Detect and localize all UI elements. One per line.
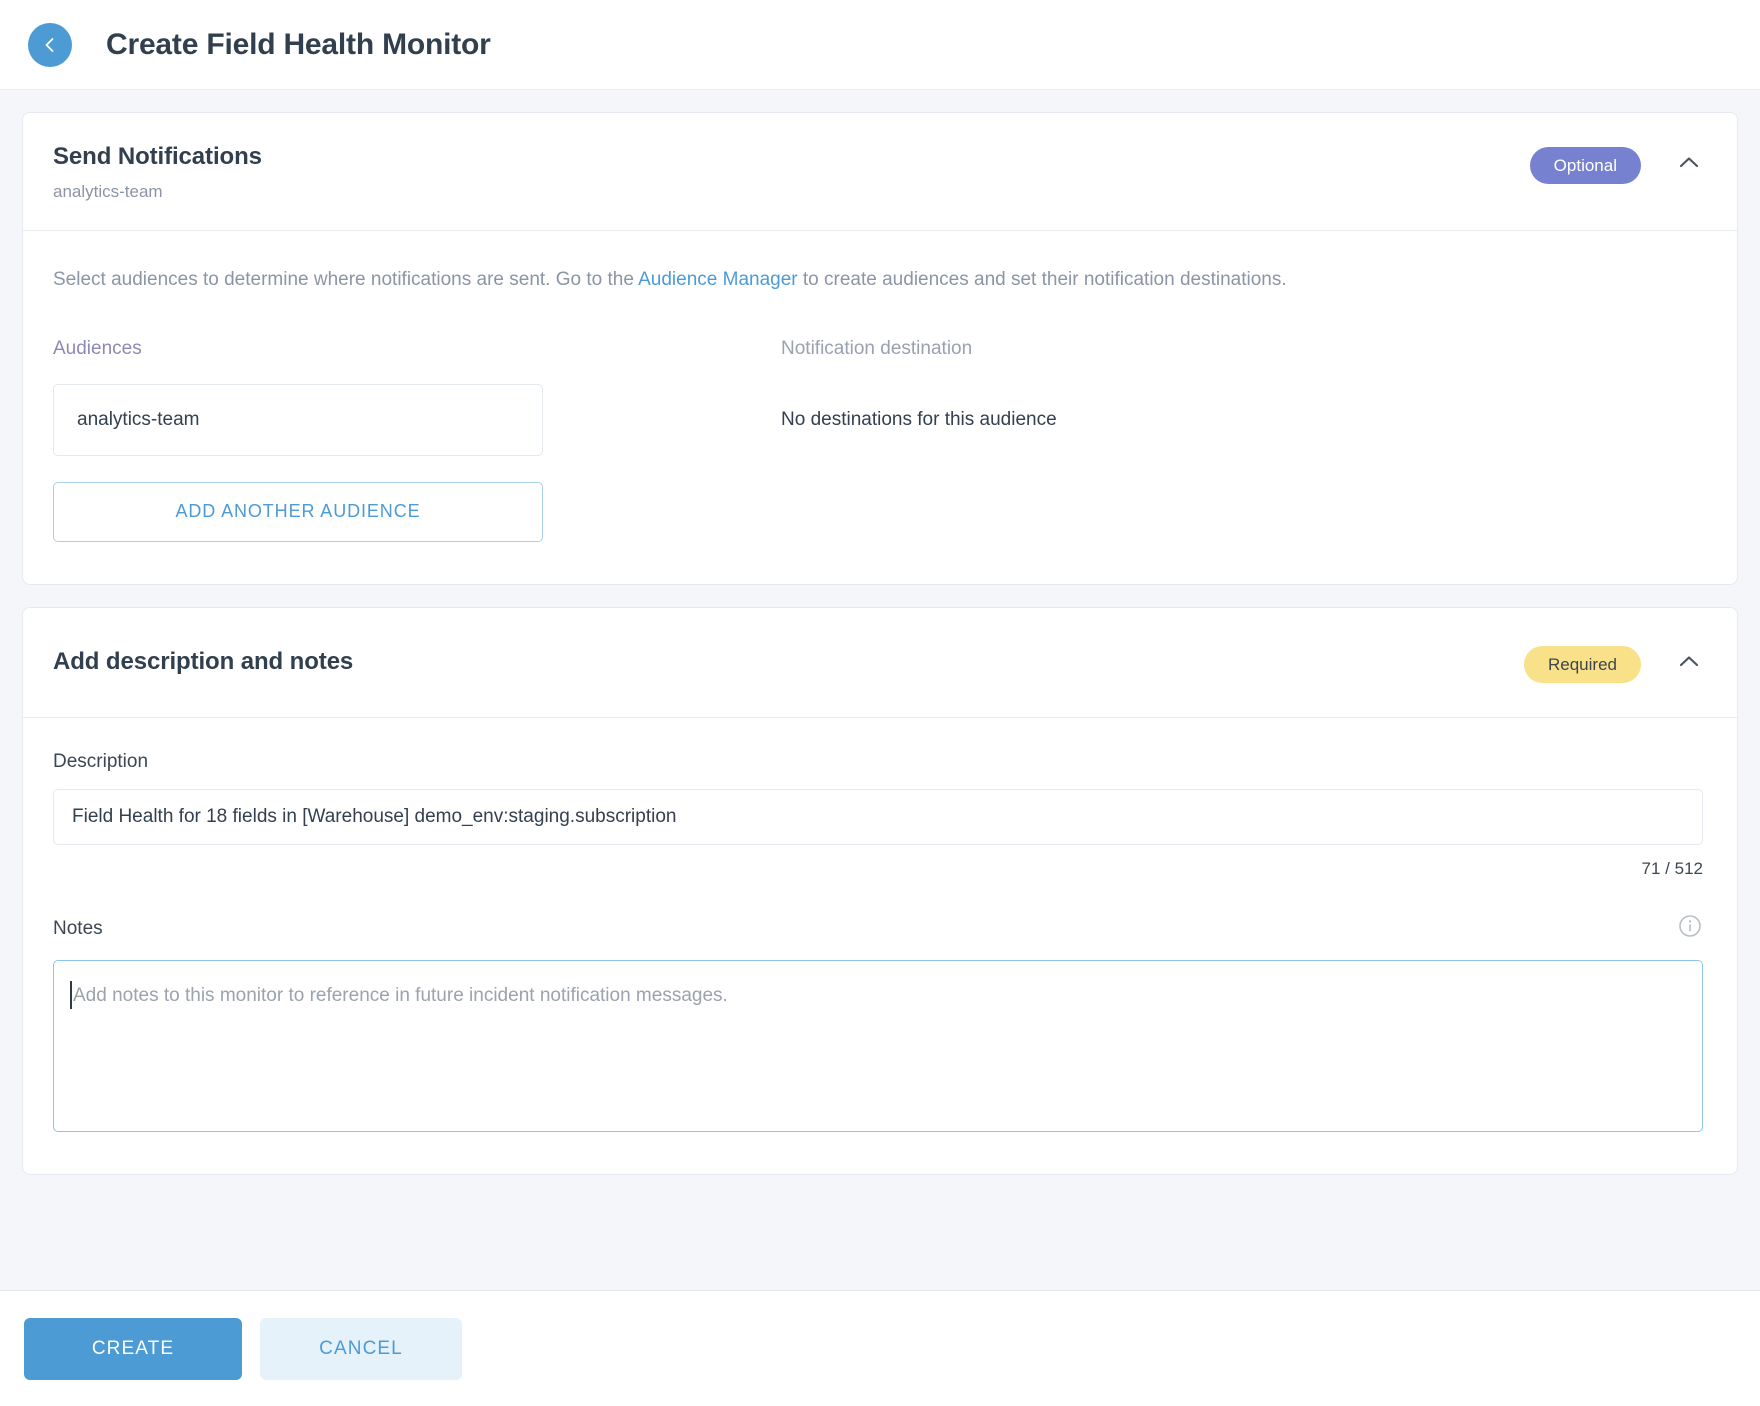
notes-label-row: Notes — [53, 913, 1703, 944]
notification-destination-label: Notification destination — [781, 337, 973, 359]
send-notifications-collapse-toggle[interactable] — [1675, 152, 1703, 180]
send-notifications-subtitle: analytics-team — [53, 181, 163, 201]
chevron-up-icon — [1676, 649, 1702, 680]
create-button[interactable]: CREATE — [24, 1317, 242, 1380]
send-notifications-header-actions: Optional — [1529, 143, 1703, 184]
description-notes-card-body: Description 71 / 512 Notes Add — [23, 718, 1737, 1174]
send-notifications-header-text: Send Notifications analytics-team — [53, 143, 1530, 202]
notes-placeholder: Add notes to this monitor to reference i… — [73, 984, 728, 1006]
audience-help-text-part2: to create audiences and set their notifi… — [797, 269, 1287, 291]
audiences-column: Audiences analytics-team ADD ANOTHER AUD… — [53, 339, 781, 542]
description-label: Description — [53, 750, 149, 772]
send-notifications-card: Send Notifications analytics-team Option… — [22, 112, 1738, 585]
back-button[interactable] — [28, 22, 72, 67]
description-char-counter: 71 / 512 — [1641, 858, 1703, 878]
chevron-left-icon — [39, 34, 61, 56]
description-input[interactable] — [53, 788, 1703, 845]
optional-badge: Optional — [1529, 147, 1641, 184]
description-notes-title: Add description and notes — [53, 647, 354, 675]
text-caret — [70, 980, 72, 1009]
audience-select[interactable]: analytics-team — [53, 383, 543, 456]
audience-select-value: analytics-team — [77, 408, 200, 430]
destination-column: Notification destination No destinations… — [781, 339, 1703, 542]
send-notifications-card-header[interactable]: Send Notifications analytics-team Option… — [23, 113, 1737, 232]
add-another-audience-button[interactable]: ADD ANOTHER AUDIENCE — [53, 481, 543, 542]
notes-textarea-wrapper[interactable]: Add notes to this monitor to reference i… — [53, 959, 1703, 1132]
description-notes-collapse-toggle[interactable] — [1675, 650, 1703, 678]
notification-destination-value: No destinations for this audience — [781, 408, 1057, 430]
description-notes-card-header[interactable]: Add description and notes Required — [23, 607, 1737, 718]
description-notes-header-actions: Required — [1524, 642, 1703, 683]
audience-manager-link[interactable]: Audience Manager — [638, 269, 798, 290]
description-notes-header-text: Add description and notes — [53, 648, 1524, 677]
notes-label: Notes — [53, 917, 103, 939]
chevron-up-icon — [1676, 150, 1702, 181]
page-header: Create Field Health Monitor — [0, 0, 1760, 90]
audiences-label: Audiences — [53, 337, 142, 359]
page-title: Create Field Health Monitor — [106, 27, 491, 61]
description-notes-card: Add description and notes Required Descr… — [22, 606, 1738, 1175]
audience-grid: Audiences analytics-team ADD ANOTHER AUD… — [53, 339, 1703, 542]
form-scroll-area[interactable]: Send Notifications analytics-team Option… — [0, 90, 1760, 1290]
audience-help-text-part1: Select audiences to determine where noti… — [53, 269, 639, 291]
cancel-button[interactable]: CANCEL — [260, 1317, 462, 1380]
required-badge: Required — [1524, 645, 1641, 683]
info-circle-icon[interactable] — [1677, 913, 1703, 944]
send-notifications-title: Send Notifications — [53, 143, 262, 170]
form-action-bar: CREATE CANCEL — [0, 1290, 1760, 1406]
create-field-health-monitor-page: Create Field Health Monitor Send Notific… — [0, 0, 1760, 1406]
send-notifications-card-body: Select audiences to determine where noti… — [23, 231, 1737, 583]
audience-help-text: Select audiences to determine where noti… — [53, 265, 1503, 294]
